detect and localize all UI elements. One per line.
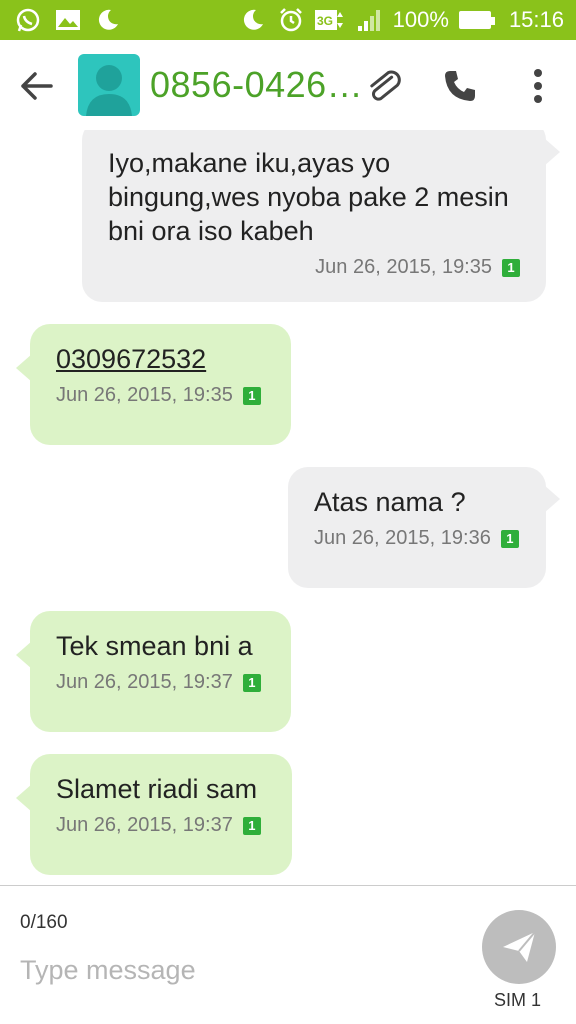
battery-icon [458, 11, 495, 29]
phone-number-link[interactable]: 0309672532 [56, 342, 267, 376]
send-icon [503, 931, 536, 962]
message-bubble-sent[interactable]: Atas nama ? Jun 26, 2015, 19:36 1 [288, 467, 560, 588]
message-meta: Jun 26, 2015, 19:37 1 [56, 671, 267, 694]
message-meta: Jun 26, 2015, 19:37 1 [56, 814, 268, 837]
moon-icon [94, 6, 122, 34]
message-bubble-sent[interactable]: Iyo,makane iku,ayas yo bingung,wes nyoba… [82, 130, 560, 302]
conversation-toolbar: 0856-0426… [0, 40, 576, 130]
call-button[interactable] [436, 62, 484, 110]
message-timestamp: Jun 26, 2015, 19:37 [56, 814, 233, 836]
message-bubble-received[interactable]: Tek smean bni a Jun 26, 2015, 19:37 1 [16, 611, 291, 732]
sim-badge: 1 [502, 258, 520, 277]
do-not-disturb-moon-icon [239, 6, 267, 34]
message-bubble-received[interactable]: Slamet riadi sam Jun 26, 2015, 19:37 1 [16, 754, 292, 875]
attach-button[interactable] [360, 62, 408, 110]
sim-badge: 1 [242, 673, 261, 692]
message-timestamp: Jun 26, 2015, 19:35 [56, 384, 233, 406]
signal-strength-icon [355, 6, 383, 34]
clock: 15:16 [508, 7, 564, 32]
more-vertical-icon [534, 69, 542, 103]
overflow-menu-button[interactable] [514, 62, 562, 110]
message-text: Iyo,makane iku,ayas yo bingung,wes nyoba… [108, 148, 509, 246]
contact-name[interactable]: 0856-0426… [150, 64, 363, 106]
send-button[interactable] [482, 910, 556, 984]
status-bar: 3G 100% 15:16 [0, 0, 576, 40]
sim-badge: 1 [242, 816, 261, 835]
back-button[interactable] [14, 64, 58, 108]
person-placeholder-icon [86, 65, 132, 116]
network-3g-icon: 3G [314, 6, 345, 34]
gallery-icon [54, 6, 82, 34]
system-icons: 3G 100% 15:16 [239, 6, 564, 34]
contact-avatar[interactable] [78, 54, 140, 116]
message-timestamp: Jun 26, 2015, 19:37 [56, 671, 233, 693]
message-thread[interactable]: Iyo,makane iku,ayas yo bingung,wes nyoba… [0, 130, 576, 885]
alarm-icon [277, 6, 305, 34]
message-text: Slamet riadi sam [56, 774, 258, 804]
messaging-screen: 3G 100% 15:16 0856-0426… Iyo,makane iku,… [0, 0, 576, 1024]
message-timestamp: Jun 26, 2015, 19:35 [315, 256, 492, 278]
message-meta: Jun 26, 2015, 19:36 1 [314, 527, 522, 550]
phone-icon [445, 71, 475, 101]
message-input[interactable] [20, 948, 460, 992]
message-composer: 0/160 SIM 1 [0, 885, 576, 1024]
message-text: Tek smean bni a [56, 631, 253, 661]
sim-badge: 1 [242, 386, 261, 405]
notification-icons [14, 6, 122, 34]
sim-selector-label[interactable]: SIM 1 [494, 990, 541, 1011]
message-text: Atas nama ? [314, 487, 466, 517]
paperclip-icon [370, 70, 401, 101]
message-timestamp: Jun 26, 2015, 19:36 [314, 527, 491, 549]
battery-percentage: 100% [392, 7, 449, 32]
message-meta: Jun 26, 2015, 19:35 1 [56, 384, 267, 407]
whatsapp-icon [14, 6, 42, 34]
arrow-left-icon [21, 72, 53, 100]
message-meta: Jun 26, 2015, 19:35 1 [108, 256, 522, 279]
message-bubble-received[interactable]: 0309672532 Jun 26, 2015, 19:35 1 [16, 324, 291, 445]
svg-text:3G: 3G [317, 14, 333, 28]
character-counter: 0/160 [20, 912, 68, 933]
sim-badge: 1 [500, 529, 519, 548]
